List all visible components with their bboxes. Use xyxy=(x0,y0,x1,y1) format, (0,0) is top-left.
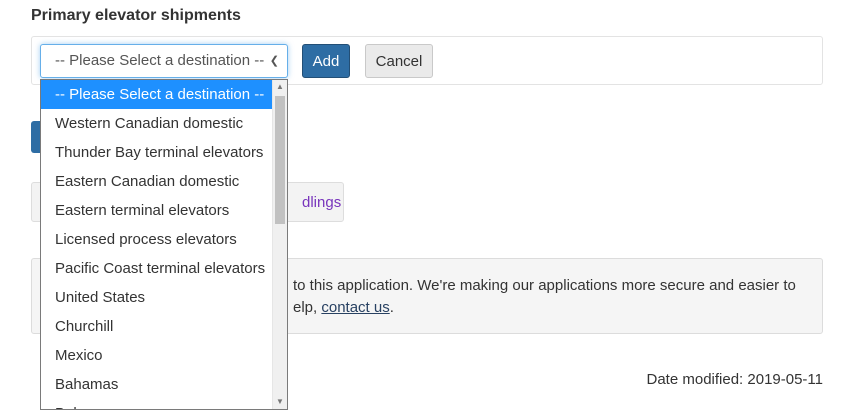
destination-dropdown-list[interactable]: -- Please Select a destination -- Western… xyxy=(40,79,288,410)
page-title: Primary elevator shipments xyxy=(31,7,241,24)
destination-select[interactable]: -- Please Select a destination -- ❮ xyxy=(40,44,288,78)
dropdown-option[interactable]: Licensed process elevators xyxy=(41,225,272,254)
dropdown-option[interactable]: Thunder Bay terminal elevators xyxy=(41,138,272,167)
dropdown-option[interactable]: Mexico xyxy=(41,341,272,370)
chevron-down-icon: ❮ xyxy=(269,55,279,67)
dropdown-option[interactable]: Bel xyxy=(41,399,272,409)
dropdown-option[interactable]: Bahamas xyxy=(41,370,272,399)
dropdown-option[interactable]: Western Canadian domestic xyxy=(41,109,272,138)
triangle-down-icon[interactable]: ▼ xyxy=(273,395,287,409)
cancel-button[interactable]: Cancel xyxy=(365,44,433,78)
destination-select-value: -- Please Select a destination -- xyxy=(55,52,265,69)
add-button[interactable]: Add xyxy=(302,44,350,78)
contact-us-link[interactable]: contact us xyxy=(321,299,389,316)
dropdown-options: -- Please Select a destination -- Western… xyxy=(41,80,272,409)
dropdown-scrollbar[interactable]: ▲ ▼ xyxy=(272,80,287,409)
dropdown-option[interactable]: United States xyxy=(41,283,272,312)
notice-line-2-text: elp, xyxy=(293,299,322,316)
date-modified: Date modified: 2019-05-11 xyxy=(646,371,824,388)
tab-handlings-label: dlings xyxy=(302,194,342,211)
dropdown-option[interactable]: Churchill xyxy=(41,312,272,341)
notice-line-2: elp, contact us. xyxy=(293,299,394,316)
dropdown-option[interactable]: -- Please Select a destination -- xyxy=(41,80,272,109)
scrollbar-thumb[interactable] xyxy=(275,96,285,224)
dropdown-option[interactable]: Eastern Canadian domestic xyxy=(41,167,272,196)
notice-line-1: to this application. We're making our ap… xyxy=(293,277,796,294)
notice-line-2-end: . xyxy=(389,299,394,316)
triangle-up-icon[interactable]: ▲ xyxy=(273,80,287,94)
dropdown-option[interactable]: Eastern terminal elevators xyxy=(41,196,272,225)
dropdown-option[interactable]: Pacific Coast terminal elevators xyxy=(41,254,272,283)
